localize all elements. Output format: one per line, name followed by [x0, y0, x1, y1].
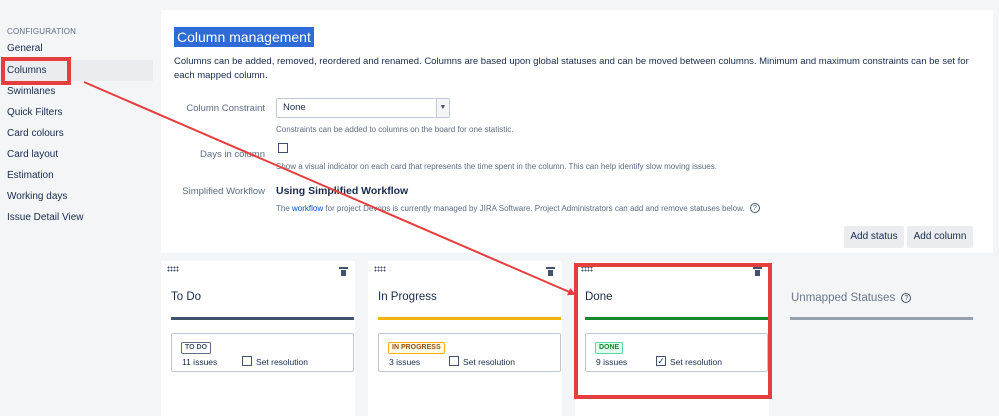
column-color-bar: [171, 317, 354, 320]
board-column-to-do[interactable]: To Do TO DO 11 issues Set resolution: [161, 261, 355, 416]
sidebar-item-working-days[interactable]: Working days: [0, 186, 153, 207]
sidebar-item-general[interactable]: General: [0, 38, 153, 59]
set-resolution-label: Set resolution: [256, 357, 308, 367]
trash-icon[interactable]: [546, 267, 555, 276]
status-badge: IN PROGRESS: [388, 342, 445, 354]
issue-count: 3 issues: [389, 357, 421, 367]
sidebar-item-columns[interactable]: Columns: [0, 60, 153, 81]
drag-handle-icon[interactable]: [581, 266, 593, 272]
set-resolution-label: Set resolution: [670, 357, 722, 367]
add-status-button[interactable]: Add status: [844, 226, 904, 248]
workflow-link[interactable]: workflow: [292, 204, 323, 213]
help-icon[interactable]: ?: [749, 203, 760, 213]
drag-handle-icon[interactable]: [374, 266, 386, 272]
add-column-button[interactable]: Add column: [907, 226, 973, 248]
column-constraint-label: Column Constraint: [186, 103, 265, 114]
drag-handle-icon[interactable]: [167, 266, 179, 272]
days-in-column-checkbox[interactable]: [278, 143, 288, 153]
issue-count: 11 issues: [182, 357, 218, 367]
column-name[interactable]: Done: [585, 291, 613, 303]
column-color-bar: [585, 317, 768, 320]
set-resolution-checkbox[interactable]: [449, 356, 459, 366]
workflow-hint-prefix: The: [276, 204, 293, 213]
set-resolution-checkbox[interactable]: [242, 356, 252, 366]
help-icon[interactable]: ?: [901, 293, 912, 303]
chevron-down-icon: ▼: [436, 99, 449, 117]
column-color-bar: [378, 317, 561, 320]
trash-icon[interactable]: [339, 267, 348, 276]
simplified-workflow-title: Using Simplified Workflow: [276, 185, 409, 197]
sidebar-heading: CONFIGURATION: [7, 27, 77, 36]
status-badge: TO DO: [181, 342, 212, 354]
page-description: Columns can be added, removed, reordered…: [174, 56, 969, 81]
status-card[interactable]: DONE 9 issues ✓ Set resolution: [585, 333, 768, 372]
sidebar: CONFIGURATION General Columns Swimlanes …: [0, 0, 160, 416]
set-resolution-checkbox[interactable]: ✓: [656, 356, 666, 366]
column-constraint-hint: Constraints can be added to columns on t…: [276, 125, 514, 134]
sidebar-item-estimation[interactable]: Estimation: [0, 165, 153, 186]
days-in-column-hint: Show a visual indicator on each card tha…: [276, 162, 717, 171]
simplified-workflow-hint: The workflow for project Devops is curre…: [276, 203, 760, 213]
sidebar-item-issue-detail-view[interactable]: Issue Detail View: [0, 207, 153, 228]
status-badge: DONE: [595, 342, 624, 354]
status-card[interactable]: IN PROGRESS 3 issues Set resolution: [378, 333, 561, 372]
column-name[interactable]: To Do: [171, 291, 201, 303]
board-column-in-progress[interactable]: In Progress IN PROGRESS 3 issues Set res…: [368, 261, 562, 416]
page-title: Column management: [174, 27, 314, 47]
sidebar-item-quick-filters[interactable]: Quick Filters: [0, 102, 153, 123]
unmapped-title-text: Unmapped Statuses: [791, 292, 896, 304]
column-management-panel: Column management Columns can be added, …: [161, 10, 993, 253]
unmapped-statuses-column: Unmapped Statuses ?: [780, 261, 980, 416]
issue-count: 9 issues: [596, 357, 628, 367]
unmapped-color-bar: [790, 317, 973, 320]
column-constraint-value: None: [283, 102, 306, 113]
days-in-column-label: Days in column: [200, 149, 265, 160]
sidebar-item-card-colours[interactable]: Card colours: [0, 123, 153, 144]
column-constraint-select[interactable]: None ▼: [276, 98, 450, 118]
sidebar-item-swimlanes[interactable]: Swimlanes: [0, 81, 153, 102]
unmapped-statuses-title: Unmapped Statuses ?: [791, 292, 912, 304]
sidebar-item-card-layout[interactable]: Card layout: [0, 144, 153, 165]
trash-icon[interactable]: [753, 267, 762, 276]
board-column-done[interactable]: Done DONE 9 issues ✓ Set resolution: [575, 261, 769, 416]
simplified-workflow-label: Simplified Workflow: [182, 186, 265, 197]
workflow-hint-suffix: for project Devops is currently managed …: [323, 204, 745, 213]
set-resolution-label: Set resolution: [463, 357, 515, 367]
column-name[interactable]: In Progress: [378, 291, 437, 303]
status-card[interactable]: TO DO 11 issues Set resolution: [171, 333, 354, 372]
